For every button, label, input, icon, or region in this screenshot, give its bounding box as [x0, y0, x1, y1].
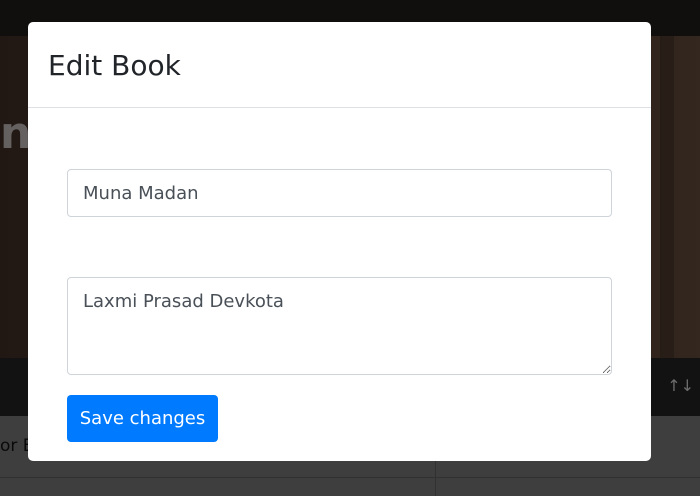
book-title-input[interactable]	[67, 169, 612, 217]
modal-title: Edit Book	[48, 49, 181, 82]
save-changes-button[interactable]: Save changes	[67, 395, 218, 442]
modal-header: Edit Book	[28, 22, 651, 108]
edit-book-modal: Edit Book Laxmi Prasad Devkota Save chan…	[28, 22, 651, 461]
modal-body: Laxmi Prasad Devkota Save changes	[28, 108, 651, 460]
book-author-textarea[interactable]: Laxmi Prasad Devkota	[67, 277, 612, 375]
